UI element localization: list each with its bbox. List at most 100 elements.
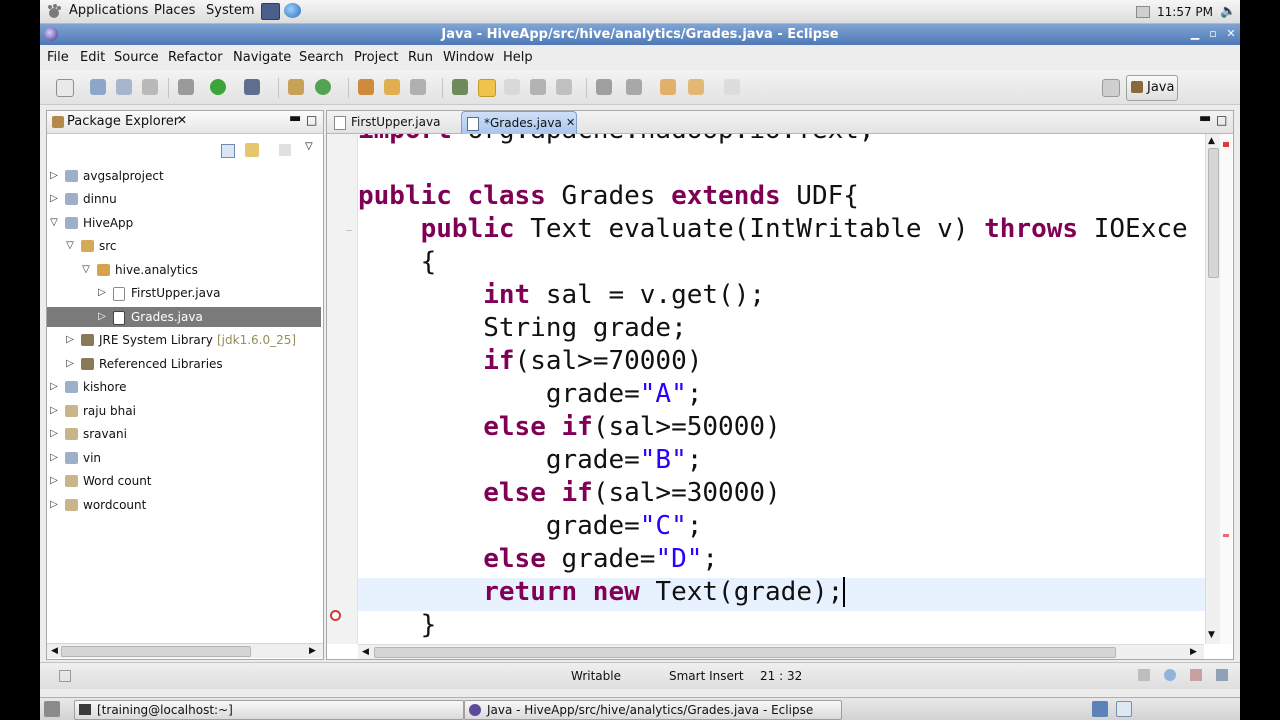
show-whitespace-icon[interactable] [530, 79, 546, 95]
debug-icon[interactable] [178, 79, 194, 95]
expand-arrow-icon[interactable]: ▷ [49, 166, 59, 186]
tree-item-sravani[interactable]: ▷ sravani [47, 424, 321, 444]
notifications-icon[interactable] [1216, 669, 1228, 681]
workspace-switcher-icon[interactable] [1092, 701, 1108, 717]
gnome-foot-icon[interactable] [46, 4, 62, 19]
collapse-arrow-icon[interactable]: ▽ [65, 236, 75, 256]
maximize-icon[interactable]: ▫ [1206, 27, 1220, 41]
link-with-editor-icon[interactable] [245, 143, 259, 157]
tree-item-firstupper[interactable]: ▷ FirstUpper.java [47, 283, 321, 303]
progress-icon[interactable] [1164, 669, 1176, 681]
explorer-hscrollbar[interactable]: ◀ ▶ [47, 643, 323, 658]
window-titlebar[interactable]: Java - HiveApp/src/hive/analytics/Grades… [40, 24, 1240, 45]
editor-maximize-icon[interactable]: □ [1216, 113, 1227, 127]
tree-item-vin[interactable]: ▷ vin [47, 448, 321, 468]
scroll-right-icon[interactable]: ▶ [309, 646, 316, 656]
scroll-thumb[interactable] [61, 646, 251, 657]
open-perspective-icon[interactable] [1102, 79, 1120, 97]
show-source-icon[interactable] [556, 79, 572, 95]
show-desktop-icon[interactable] [44, 701, 60, 717]
tree-item-raju-bhai[interactable]: ▷ raju bhai [47, 401, 321, 421]
menu-help[interactable]: Help [503, 50, 533, 65]
tab-grades[interactable]: *Grades.java ✕ [461, 111, 577, 134]
view-close-icon[interactable]: ✕ [177, 113, 187, 127]
expand-arrow-icon[interactable]: ▷ [97, 307, 107, 327]
applications-menu[interactable]: Applications [69, 3, 148, 18]
taskbar-terminal[interactable]: [training@localhost:~] [74, 700, 464, 720]
tab-close-icon[interactable]: ✕ [566, 112, 575, 134]
run-icon[interactable] [210, 79, 226, 95]
scroll-left-icon[interactable]: ◀ [51, 646, 58, 656]
search-icon[interactable] [410, 79, 426, 95]
menu-edit[interactable]: Edit [80, 50, 105, 65]
collapse-arrow-icon[interactable]: ▽ [81, 260, 91, 280]
tree-item-dinnu[interactable]: ▷ dinnu [47, 189, 321, 209]
expand-arrow-icon[interactable]: ▷ [65, 354, 75, 374]
error-overview-icon[interactable] [1223, 142, 1229, 147]
expand-arrow-icon[interactable]: ▷ [97, 283, 107, 303]
tree-item-jre-library[interactable]: ▷ JRE System Library [jdk1.6.0_25] [47, 330, 321, 350]
menu-run[interactable]: Run [408, 50, 433, 65]
scroll-down-icon[interactable]: ▼ [1208, 630, 1215, 640]
tree-item-word-count[interactable]: ▷ Word count [47, 471, 321, 491]
mylyn-icon[interactable] [1190, 669, 1202, 681]
scroll-left-icon[interactable]: ◀ [362, 647, 369, 657]
system-menu[interactable]: System [206, 3, 254, 18]
menu-window[interactable]: Window [443, 50, 494, 65]
minimize-icon[interactable]: ▁ [1188, 27, 1202, 41]
terminal-launcher-icon[interactable] [261, 3, 280, 20]
collapse-arrow-icon[interactable]: ▽ [49, 213, 59, 233]
workspace-2-icon[interactable] [1116, 701, 1132, 717]
previous-annotation-icon[interactable] [626, 79, 642, 95]
tree-item-referenced-libraries[interactable]: ▷ Referenced Libraries [47, 354, 321, 374]
fast-view-icon[interactable] [59, 670, 71, 682]
expand-arrow-icon[interactable]: ▷ [49, 424, 59, 444]
tree-item-grades-selected[interactable]: ▷ Grades.java [47, 307, 321, 327]
overview-ruler[interactable] [1220, 134, 1232, 644]
menu-file[interactable]: File [47, 50, 69, 65]
expand-arrow-icon[interactable]: ▷ [65, 330, 75, 350]
expand-arrow-icon[interactable]: ▷ [49, 401, 59, 421]
menu-navigate[interactable]: Navigate [233, 50, 291, 65]
expand-arrow-icon[interactable]: ▷ [49, 471, 59, 491]
scroll-right-icon[interactable]: ▶ [1190, 647, 1197, 657]
save-all-icon[interactable] [116, 79, 132, 95]
menu-search[interactable]: Search [299, 50, 344, 65]
new-class-icon[interactable] [315, 79, 331, 95]
browser-launcher-icon[interactable] [284, 3, 301, 18]
new-package-icon[interactable] [288, 79, 304, 95]
toggle-block-selection-icon[interactable] [504, 79, 520, 95]
scroll-thumb[interactable] [1208, 148, 1219, 278]
focus-icon[interactable] [279, 144, 291, 156]
places-menu[interactable]: Places [154, 3, 195, 18]
scroll-up-icon[interactable]: ▲ [1208, 136, 1215, 146]
external-tools-icon[interactable] [244, 79, 260, 95]
scroll-thumb[interactable] [374, 647, 1116, 658]
expand-arrow-icon[interactable]: ▷ [49, 495, 59, 515]
view-maximize-icon[interactable]: □ [306, 113, 317, 127]
save-icon[interactable] [90, 79, 106, 95]
tree-item-wordcount[interactable]: ▷ wordcount [47, 495, 321, 515]
last-edit-location-icon[interactable] [660, 79, 676, 95]
menu-project[interactable]: Project [354, 50, 398, 65]
fold-marker-icon[interactable] [346, 230, 352, 231]
expand-arrow-icon[interactable]: ▷ [49, 189, 59, 209]
package-explorer-title[interactable]: Package Explorer [67, 114, 179, 129]
view-menu-chevron-icon[interactable]: ▽ [305, 141, 313, 152]
volume-icon[interactable]: 🔈 [1220, 4, 1236, 19]
open-type-icon[interactable] [358, 79, 374, 95]
back-icon[interactable] [688, 79, 704, 95]
expand-arrow-icon[interactable]: ▷ [49, 448, 59, 468]
tree-item-src[interactable]: ▽ src [47, 236, 321, 256]
menu-source[interactable]: Source [114, 50, 159, 65]
toggle-annotation-icon[interactable] [452, 79, 468, 95]
toggle-mark-occurrences-icon[interactable] [478, 79, 496, 97]
tree-item-kishore[interactable]: ▷ kishore [47, 377, 321, 397]
error-marker-icon[interactable] [330, 610, 341, 621]
collapse-all-icon[interactable] [221, 144, 235, 158]
view-minimize-icon[interactable]: ▬ [289, 111, 301, 126]
expand-arrow-icon[interactable]: ▷ [49, 377, 59, 397]
tab-firstupper[interactable]: FirstUpper.java [329, 111, 467, 133]
editor-minimize-icon[interactable]: ▬ [1199, 111, 1211, 126]
tree-item-hive-analytics[interactable]: ▽ hive.analytics [47, 260, 321, 280]
